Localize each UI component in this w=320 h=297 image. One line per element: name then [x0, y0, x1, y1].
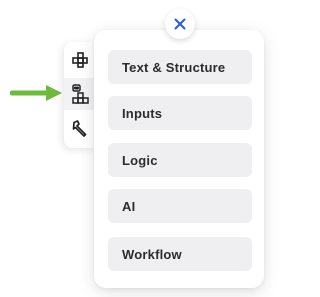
menu-item-ai[interactable]: AI — [108, 189, 252, 223]
canvas: Text & Structure Inputs Logic AI Workflo… — [0, 0, 272, 297]
green-arrow-icon — [10, 85, 62, 101]
wrench-tool-button[interactable] — [64, 112, 96, 144]
structure-tool-button[interactable] — [64, 44, 96, 76]
menu-item-inputs[interactable]: Inputs — [108, 96, 252, 130]
menu-item-text-structure[interactable]: Text & Structure — [108, 50, 252, 84]
robot-tool-button[interactable] — [64, 78, 96, 110]
wrench-icon — [72, 120, 87, 137]
close-icon — [174, 18, 186, 30]
structure-grid-icon — [72, 52, 88, 68]
block-toolbar — [64, 42, 96, 148]
menu-item-logic[interactable]: Logic — [108, 143, 252, 177]
menu-item-workflow[interactable]: Workflow — [108, 237, 252, 271]
close-button[interactable] — [165, 9, 195, 39]
block-type-panel: Text & Structure Inputs Logic AI Workflo… — [94, 30, 264, 288]
robot-grid-icon — [72, 84, 89, 104]
